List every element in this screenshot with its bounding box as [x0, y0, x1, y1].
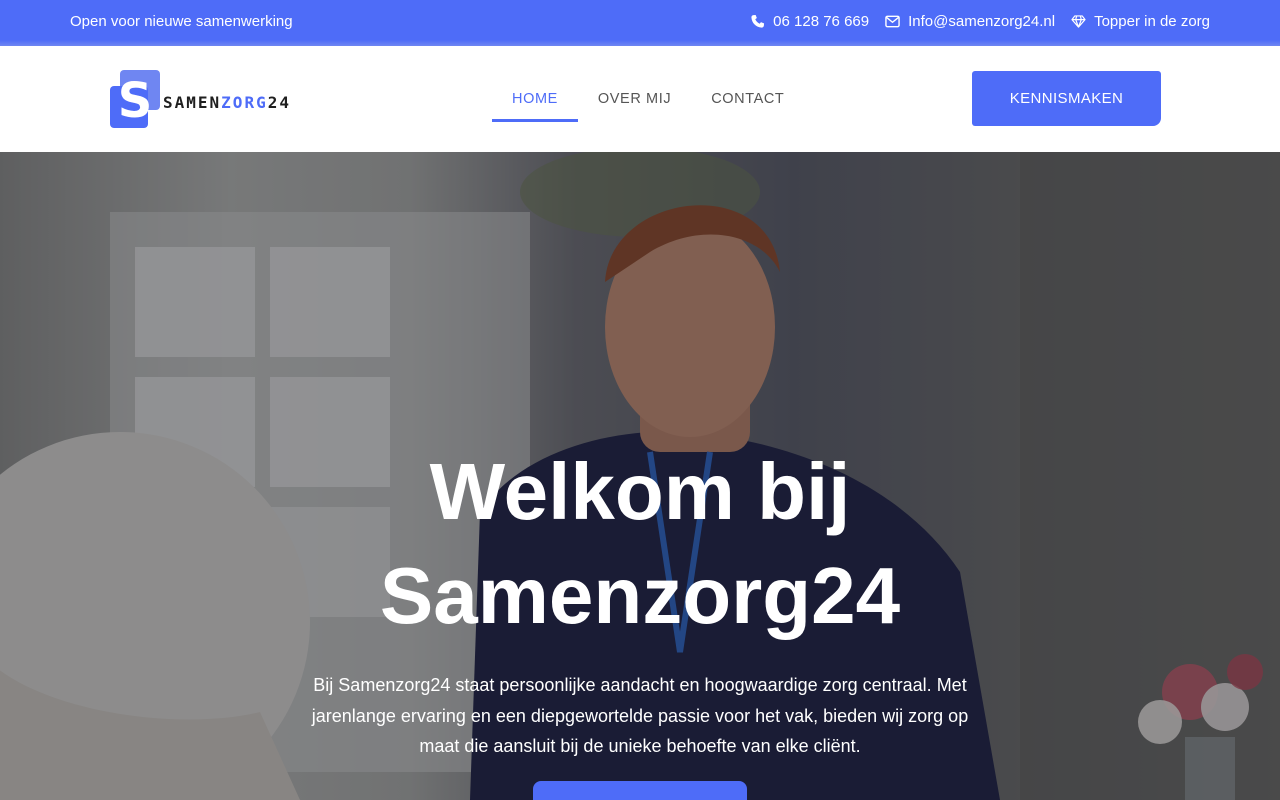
kennismaken-button[interactable]: KENNISMAKEN [972, 71, 1161, 126]
badge-item: Topper in de zorg [1071, 13, 1210, 30]
top-bar-contact: 06 128 76 669 Info@samenzorg24.nl Topper… [750, 13, 1210, 30]
diamond-icon [1071, 15, 1086, 28]
phone-number: 06 128 76 669 [773, 13, 870, 30]
top-bar: Open voor nieuwe samenwerking 06 128 76 … [0, 0, 1280, 46]
logo-text-dark: SAMEN [163, 92, 222, 112]
logo-mark: S [110, 70, 160, 129]
nav-item-contact[interactable]: CONTACT [691, 46, 804, 152]
logo-text-accent: ZORG [221, 92, 268, 112]
logo-mark-letter: S [118, 73, 153, 128]
hero-cta-button[interactable] [533, 781, 747, 800]
hero-title: Welkom bij Samenzorg24 [340, 440, 940, 648]
logo-text-end: 24 [267, 92, 291, 112]
badge-text: Topper in de zorg [1094, 13, 1210, 30]
main-nav: HOME OVER MIJ CONTACT [492, 46, 804, 152]
email-link[interactable]: Info@samenzorg24.nl [885, 13, 1055, 30]
hero-title-line-1: Welkom bij [429, 447, 851, 536]
site-header: S SAMENZORG24 HOME OVER MIJ CONTACT KENN… [0, 46, 1280, 152]
phone-icon [750, 14, 765, 29]
hero-subtitle: Bij Samenzorg24 staat persoonlijke aanda… [311, 675, 969, 756]
logo[interactable]: S SAMENZORG24 [110, 68, 310, 130]
envelope-icon [885, 15, 900, 28]
hero-title-line-2: Samenzorg24 [379, 551, 901, 640]
nav-item-over-mij[interactable]: OVER MIJ [578, 46, 691, 152]
hero-section: Welkom bij Samenzorg24 Bij Samenzorg24 s… [0, 152, 1280, 800]
top-bar-tagline: Open voor nieuwe samenwerking [70, 13, 293, 30]
phone-link[interactable]: 06 128 76 669 [750, 13, 869, 30]
logo-text: SAMENZORG24 [163, 93, 291, 112]
email-address: Info@samenzorg24.nl [908, 13, 1056, 30]
nav-item-home[interactable]: HOME [492, 46, 578, 152]
